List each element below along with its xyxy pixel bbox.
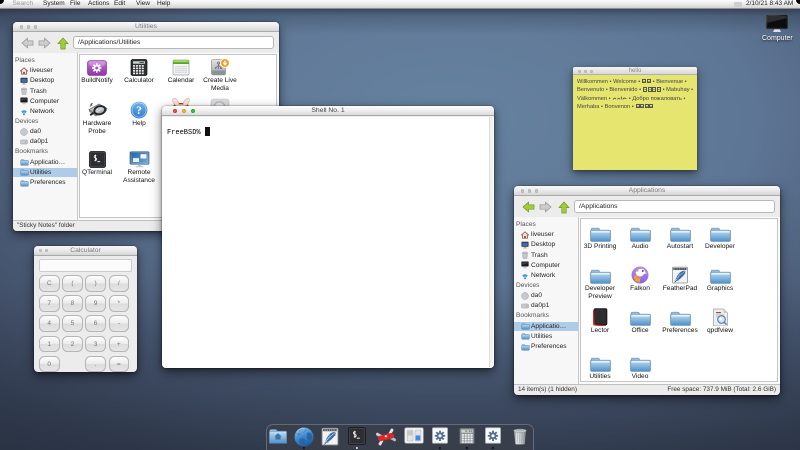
svg-text:3.14: 3.14 <box>465 430 472 433</box>
svg-text:?: ? <box>136 105 142 117</box>
